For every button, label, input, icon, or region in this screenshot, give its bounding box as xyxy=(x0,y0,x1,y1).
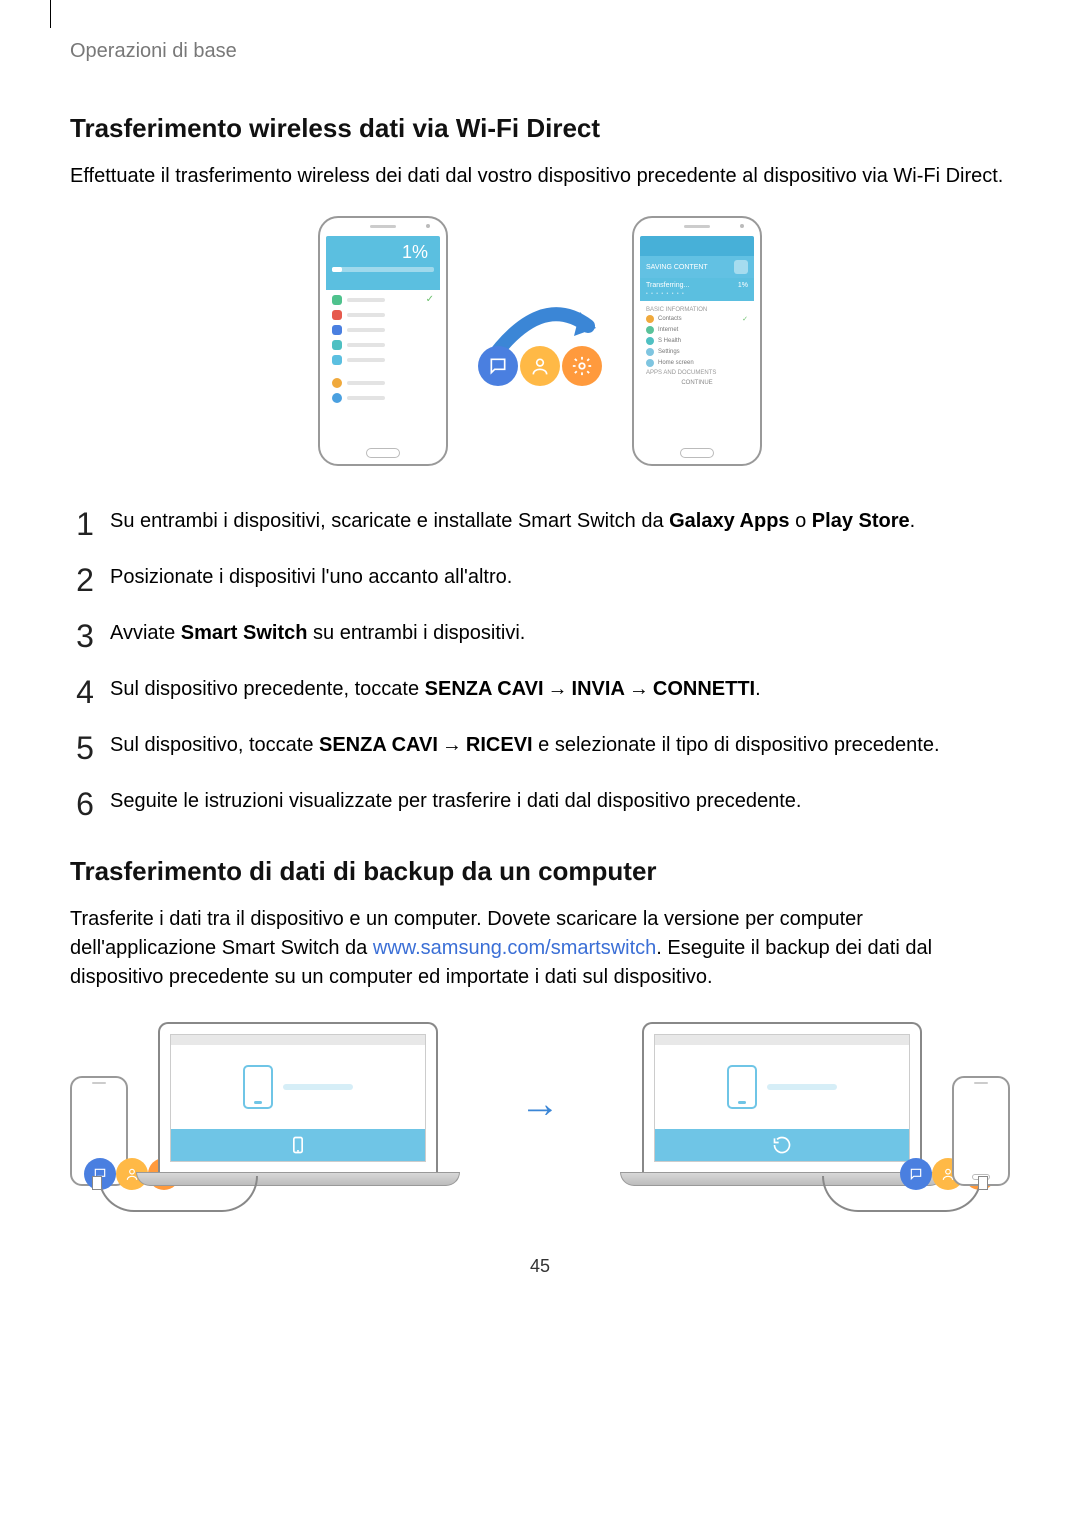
step-3: Avviate Smart Switch su entrambi i dispo… xyxy=(70,618,1010,648)
smartswitch-link[interactable]: www.samsung.com/smartswitch xyxy=(373,937,656,959)
check-icon: ✓ xyxy=(742,315,748,323)
restore-to-phone xyxy=(590,1022,1010,1186)
basic-info-label: BASIC INFORMATION xyxy=(646,307,748,313)
step-4: Sul dispositivo precedente, toccate SENZ… xyxy=(70,674,1010,704)
wifi-direct-intro: Effettuate il trasferimento wireless dei… xyxy=(70,162,1010,191)
messages-icon xyxy=(478,346,518,386)
phone-sync-icon xyxy=(288,1135,308,1155)
wifi-direct-title: Trasferimento wireless dati via Wi-Fi Di… xyxy=(70,113,1010,144)
usb-connector-icon xyxy=(978,1176,988,1190)
phone-outline-icon xyxy=(243,1065,273,1109)
laptop-left xyxy=(158,1022,438,1186)
arrow-right-icon: → xyxy=(520,1082,560,1127)
apps-docs-label: APPS AND DOCUMENTS xyxy=(646,370,748,376)
contacts-icon xyxy=(520,346,560,386)
step-2: Posizionate i dispositivi l'uno accanto … xyxy=(70,562,1010,592)
restore-icon xyxy=(772,1135,792,1155)
page-content: Operazioni di base Trasferimento wireles… xyxy=(0,0,1080,1317)
page-corner-tick xyxy=(50,0,51,28)
phone-outline-icon xyxy=(727,1065,757,1109)
computer-transfer-illustration: → xyxy=(70,1022,1010,1186)
source-progress-percent: 1% xyxy=(332,242,434,263)
check-icon: ✓ xyxy=(426,294,434,305)
usb-cable xyxy=(98,1176,258,1212)
target-phone: SAVING CONTENT Transferring... 1% • • • … xyxy=(632,216,762,466)
laptop-right xyxy=(642,1022,922,1186)
computer-backup-intro: Trasferite i dati tra il dispositivo e u… xyxy=(70,905,1010,992)
backup-to-computer xyxy=(70,1022,490,1186)
source-phone: 1% ✓ xyxy=(318,216,448,466)
computer-backup-title: Trasferimento di dati di backup da un co… xyxy=(70,856,1010,887)
transfer-arrow-group xyxy=(478,296,602,386)
usb-connector-icon xyxy=(92,1176,102,1190)
mini-phone-right xyxy=(952,1076,1010,1186)
page-number: 45 xyxy=(70,1256,1010,1277)
target-progress-percent: 1% xyxy=(738,282,748,289)
wifi-transfer-illustration: 1% ✓ xyxy=(70,216,1010,466)
step-1: Su entrambi i dispositivi, scaricate e i… xyxy=(70,506,1010,536)
header-section-label: Operazioni di base xyxy=(70,40,1010,63)
step-5: Sul dispositivo, toccate SENZA CAVI→RICE… xyxy=(70,730,1010,760)
steps-list: Su entrambi i dispositivi, scaricate e i… xyxy=(70,506,1010,816)
step-6: Seguite le istruzioni visualizzate per t… xyxy=(70,786,1010,816)
usb-cable xyxy=(822,1176,982,1212)
settings-icon xyxy=(562,346,602,386)
transferring-label: Transferring... xyxy=(646,282,689,289)
screen-label: SAVING CONTENT xyxy=(646,264,708,271)
continue-label: CONTINUE xyxy=(646,380,748,386)
